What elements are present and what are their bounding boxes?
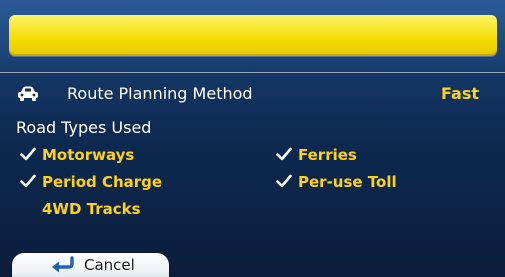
back-arrow-icon [52, 256, 74, 273]
road-type-4wd-tracks[interactable]: 4WD Tracks [20, 200, 141, 218]
road-type-label: Motorways [42, 146, 135, 164]
checkmark-icon [276, 147, 292, 161]
checkmark-icon [20, 174, 36, 188]
header [0, 0, 505, 72]
title-bar [9, 15, 497, 56]
header-divider [0, 72, 505, 73]
road-type-motorways[interactable]: Motorways [20, 146, 134, 164]
route-settings-screen: Route Planning Method Fast Road Types Us… [0, 0, 505, 277]
road-type-label: 4WD Tracks [42, 200, 141, 218]
cancel-button[interactable]: Cancel [12, 253, 169, 277]
checkmark-icon [276, 174, 292, 188]
road-type-ferries[interactable]: Ferries [276, 146, 357, 164]
road-types-title: Road Types Used [16, 118, 152, 137]
route-planning-row[interactable]: Route Planning Method Fast [0, 74, 505, 114]
road-type-label: Period Charge [42, 173, 163, 191]
route-planning-label: Route Planning Method [67, 84, 253, 103]
road-type-label: Per-use Toll [298, 173, 397, 191]
road-type-label: Ferries [298, 146, 357, 164]
cancel-button-label: Cancel [84, 256, 135, 274]
road-type-per-use-toll[interactable]: Per-use Toll [276, 173, 397, 191]
road-type-period-charge[interactable]: Period Charge [20, 173, 162, 191]
car-icon [18, 86, 38, 101]
route-planning-value: Fast [441, 84, 479, 103]
checkmark-icon [20, 147, 36, 161]
